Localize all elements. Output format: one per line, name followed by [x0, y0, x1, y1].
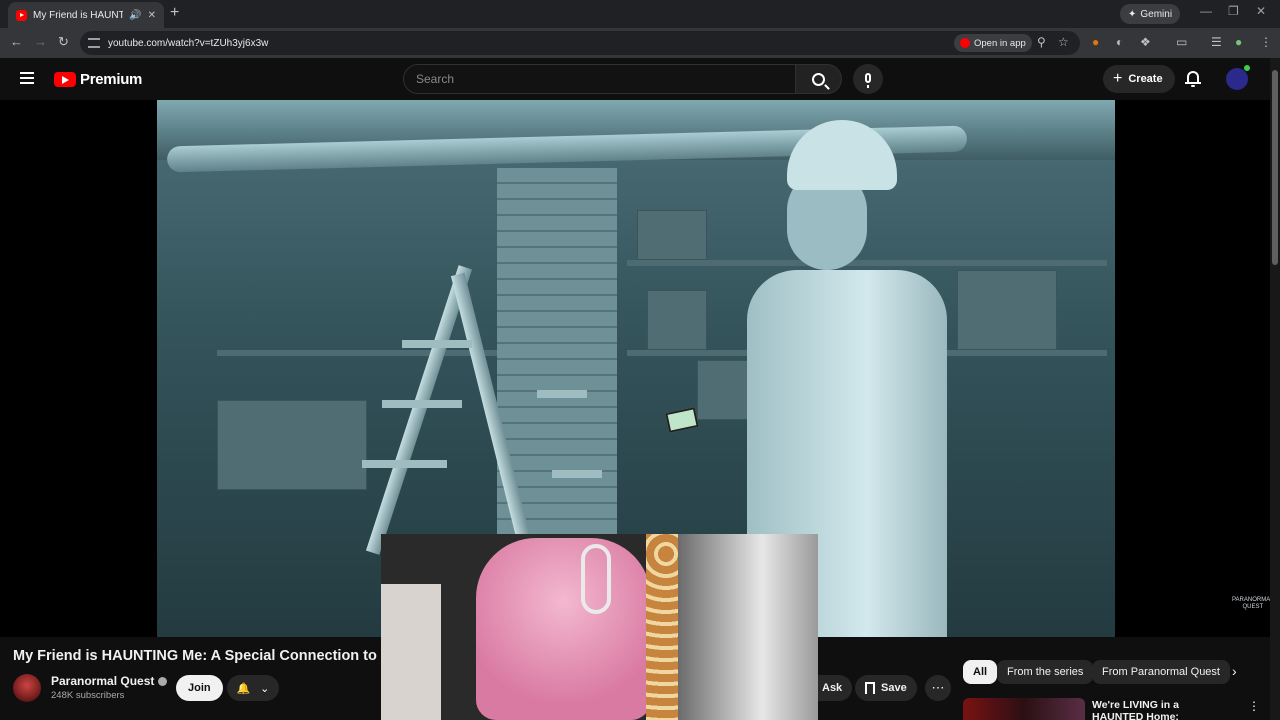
address-bar[interactable]: youtube.com/watch?v=tZUh3yj6x3w	[80, 31, 1080, 55]
youtube-header: Premium + Create	[0, 58, 1280, 100]
bell-icon: 🔔	[236, 682, 251, 695]
verified-icon	[158, 676, 168, 686]
save-button[interactable]: Save	[855, 675, 917, 701]
new-tab-button[interactable]: +	[170, 4, 179, 22]
kebab-menu-icon[interactable]: ⋮	[1260, 35, 1272, 49]
account-avatar[interactable]	[1226, 65, 1250, 90]
recommendation-menu-icon[interactable]: ⋮	[1248, 699, 1260, 713]
chip-all[interactable]: All	[963, 660, 998, 684]
subscriber-count: 248K subscribers	[51, 690, 125, 701]
reload-icon[interactable]: ↻	[58, 34, 69, 50]
close-window-icon[interactable]: ✕	[1256, 4, 1266, 18]
search-input[interactable]	[416, 72, 795, 86]
open-in-app-label: Open in app	[974, 37, 1026, 49]
notifications-bell-icon[interactable]	[1185, 70, 1201, 88]
close-tab-icon[interactable]: ✕	[148, 10, 156, 21]
restore-icon[interactable]: ❐	[1228, 4, 1239, 18]
search-icon	[812, 72, 825, 86]
cast-icon[interactable]: ▭	[1176, 35, 1187, 49]
url-text: youtube.com/watch?v=tZUh3yj6x3w	[108, 37, 269, 49]
search-button[interactable]	[796, 64, 842, 94]
youtube-favicon-icon	[16, 9, 27, 21]
youtube-logo[interactable]: Premium	[54, 71, 142, 88]
gemini-button[interactable]: ✦ Gemini	[1120, 4, 1181, 24]
puzzle-icon[interactable]: ❖	[1140, 35, 1151, 49]
channel-name[interactable]: Paranormal Quest	[51, 674, 168, 688]
chevron-down-icon: ⌄	[260, 682, 270, 695]
extension-2-icon[interactable]: ◐	[1116, 35, 1123, 49]
logo-text: Premium	[80, 71, 143, 88]
forward-arrow-icon[interactable]: →	[34, 34, 47, 49]
hamburger-menu-icon[interactable]	[20, 72, 34, 84]
browser-toolbar: ← → ↻ youtube.com/watch?v=tZUh3yj6x3w Op…	[0, 28, 1280, 58]
gemini-label: Gemini	[1140, 8, 1173, 20]
create-label: Create	[1128, 73, 1163, 85]
channel-watermark[interactable]: PARANORMAL QUEST	[1232, 597, 1274, 611]
join-button[interactable]: Join	[176, 675, 223, 701]
speaker-icon[interactable]: 🔊	[129, 10, 141, 21]
webcam-overlay	[381, 534, 818, 720]
site-info-icon[interactable]	[88, 38, 100, 48]
browser-tab[interactable]: My Friend is HAUNTING Me 🔊 ✕	[8, 2, 164, 28]
chevron-right-icon[interactable]: ›	[1232, 663, 1237, 679]
sparkle-icon: ✦	[1128, 8, 1137, 20]
profile-icon[interactable]: ●	[1235, 35, 1242, 49]
microphone-icon	[865, 73, 871, 88]
plus-icon: +	[1113, 70, 1123, 87]
ask-button[interactable]: Ask	[818, 675, 853, 701]
extension-icon[interactable]: ●	[1092, 35, 1099, 49]
more-actions-icon[interactable]: ⋯	[925, 675, 951, 701]
open-in-app-button[interactable]: Open in app	[954, 34, 1032, 52]
reading-list-icon[interactable]: ☰	[1211, 35, 1222, 49]
scrollbar-thumb[interactable]	[1272, 70, 1278, 265]
tab-title: My Friend is HAUNTING Me	[33, 9, 124, 21]
youtube-play-logo-icon	[54, 72, 76, 87]
bookmark-icon	[865, 682, 875, 694]
video-title: My Friend is HAUNTING Me: A Special Conn…	[13, 648, 381, 664]
recommendation-title[interactable]: We're LIVING in a HAUNTED Home: Paranorm…	[1092, 699, 1232, 720]
youtube-app-icon	[960, 38, 970, 48]
zoom-icon[interactable]: ⚲	[1037, 35, 1046, 49]
save-label: Save	[881, 682, 907, 694]
chip-from-paranormal-quest[interactable]: From Paranormal Quest	[1092, 660, 1230, 684]
bookmark-star-icon[interactable]: ☆	[1058, 35, 1069, 49]
chip-from-the-series[interactable]: From the series	[997, 660, 1094, 684]
page-scrollbar[interactable]	[1270, 58, 1280, 720]
recommendation-thumbnail[interactable]	[963, 698, 1085, 720]
browser-tab-strip: My Friend is HAUNTING Me 🔊 ✕ + ✦ Gemini …	[0, 0, 1280, 28]
minimize-icon[interactable]: —	[1200, 4, 1212, 18]
back-arrow-icon[interactable]: ←	[10, 34, 23, 49]
subscription-bell-button[interactable]: 🔔 ⌄	[227, 675, 279, 701]
create-button[interactable]: + Create	[1103, 65, 1175, 93]
channel-avatar[interactable]	[13, 674, 41, 702]
search-box[interactable]	[403, 64, 796, 94]
voice-search-button[interactable]	[853, 64, 883, 94]
